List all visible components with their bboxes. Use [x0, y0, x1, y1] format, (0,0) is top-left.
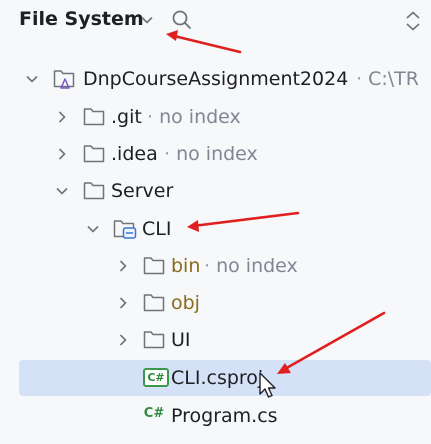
chevron-right-icon[interactable] [116, 333, 130, 347]
tree-note-git: · no index [147, 106, 241, 128]
tree-row-program[interactable]: C# Program.cs [0, 398, 431, 434]
module-folder-icon [113, 220, 137, 239]
tree-label-program: Program.cs [171, 405, 278, 427]
csharp-file-icon: C# [143, 406, 165, 421]
excluded-folder-icon [143, 294, 165, 312]
tree-row-server[interactable]: Server [0, 173, 431, 209]
mouse-cursor-icon [259, 372, 276, 398]
folder-icon [143, 331, 165, 349]
expand-collapse-icon[interactable] [404, 10, 422, 32]
tree-label-bin: bin [171, 255, 201, 277]
tree-label-idea: .idea [111, 143, 158, 165]
tree-label-csproj: CLI.csproj [171, 367, 264, 389]
tree-row-cli[interactable]: CLI [0, 211, 431, 247]
chevron-right-icon[interactable] [55, 110, 69, 124]
folder-icon [83, 145, 105, 163]
tree-note-idea: · no index [164, 143, 258, 165]
folder-icon [83, 182, 105, 200]
tree-row-csproj[interactable]: C# CLI.csproj [19, 360, 431, 396]
excluded-folder-icon [143, 257, 165, 275]
chevron-right-icon[interactable] [116, 259, 130, 273]
tree-label-server: Server [111, 180, 174, 202]
tree-row-ui[interactable]: UI [0, 322, 431, 358]
panel-header: File System [0, 0, 431, 42]
tree-row-bin[interactable]: bin · no index [0, 248, 431, 284]
tree-label-cli: CLI [142, 218, 172, 240]
chevron-right-icon[interactable] [116, 296, 130, 310]
csharp-project-icon: C# [143, 368, 169, 387]
chevron-down-icon[interactable] [25, 72, 39, 86]
tree-label-ui: UI [171, 329, 191, 351]
chevron-right-icon[interactable] [55, 147, 69, 161]
folder-icon [83, 108, 105, 126]
chevron-down-icon[interactable] [55, 184, 69, 198]
tree-label-root: DnpCourseAssignment2024 [83, 68, 349, 90]
project-folder-icon [53, 70, 75, 89]
tree-note-bin: · no index [204, 255, 298, 277]
chevron-down-icon[interactable] [140, 13, 154, 27]
tree-note-root: · C:\TR [356, 68, 419, 90]
tree-label-obj: obj [171, 292, 200, 314]
search-icon[interactable] [171, 9, 193, 31]
tree-row-idea[interactable]: .idea · no index [0, 136, 431, 172]
tree-row-obj[interactable]: obj [0, 285, 431, 321]
chevron-down-icon[interactable] [86, 222, 100, 236]
tree-label-git: .git [111, 106, 142, 128]
tree-row-git[interactable]: .git · no index [0, 99, 431, 135]
tree-row-root[interactable]: DnpCourseAssignment2024 · C:\TR [0, 61, 431, 97]
panel-title[interactable]: File System [19, 8, 144, 30]
